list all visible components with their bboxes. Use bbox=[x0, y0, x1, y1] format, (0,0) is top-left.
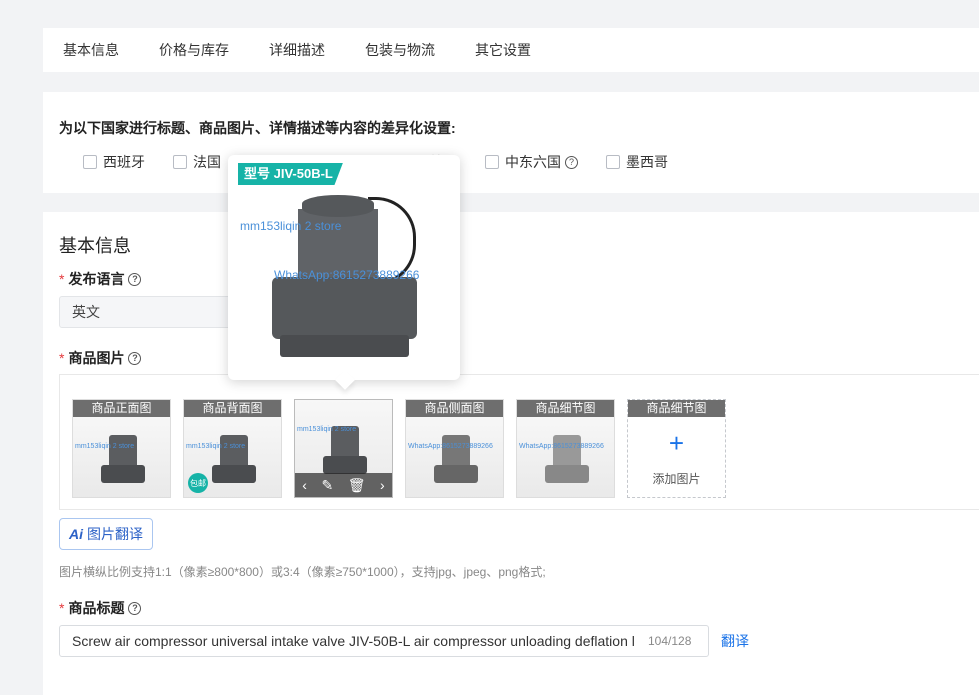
country-checkbox-france[interactable]: 法国 bbox=[173, 152, 221, 172]
required-mark: * bbox=[59, 350, 65, 366]
product-title-input[interactable]: Screw air compressor universal intake va… bbox=[59, 625, 709, 657]
tab-basic-info[interactable]: 基本信息 bbox=[63, 40, 119, 60]
checkbox[interactable] bbox=[83, 155, 97, 169]
country-checkbox-spain[interactable]: 西班牙 bbox=[83, 152, 145, 172]
product-image-back[interactable]: mm153liqin 2 store 商品背面图 包邮 bbox=[183, 399, 282, 498]
product-image-side[interactable]: WhatsApp:8615273889266 商品侧面图 bbox=[405, 399, 504, 498]
help-icon[interactable]: ? bbox=[128, 272, 142, 286]
country-checkbox-middle-east[interactable]: 中东六国? bbox=[485, 152, 578, 172]
country-settings-title: 为以下国家进行标题、商品图片、详情描述等内容的差异化设置: bbox=[59, 120, 456, 136]
product-photo: mm153liqin 2 store bbox=[73, 417, 170, 497]
help-icon[interactable]: ? bbox=[128, 601, 142, 615]
image-translate-button[interactable]: Ai 图片翻译 bbox=[59, 518, 153, 550]
store-watermark: mm153liqin 2 store bbox=[240, 219, 342, 233]
tab-packaging[interactable]: 包装与物流 bbox=[365, 40, 435, 60]
help-icon[interactable]: ? bbox=[128, 351, 142, 365]
image-hint: 图片横纵比例支持1:1（像素≥800*800）或3:4（像素≥750*1000）… bbox=[59, 565, 546, 579]
language-label: * 发布语言? bbox=[59, 269, 142, 289]
images-label: * 商品图片? bbox=[59, 348, 142, 368]
add-image-button[interactable]: 商品细节图 + 添加图片 bbox=[627, 399, 726, 498]
title-label: * 商品标题? bbox=[59, 598, 142, 618]
delete-icon[interactable]: 🗑 bbox=[348, 477, 366, 494]
checkbox[interactable] bbox=[173, 155, 187, 169]
product-image-3[interactable]: mm153liqin 2 store ‹ ✎ 🗑 › bbox=[294, 399, 393, 498]
image-caption: 商品正面图 bbox=[73, 400, 170, 417]
chevron-right-icon[interactable]: › bbox=[380, 477, 385, 493]
image-caption: 商品细节图 bbox=[628, 400, 725, 417]
product-image-detail[interactable]: WhatsApp:8615273889266 商品细节图 bbox=[516, 399, 615, 498]
ai-icon: Ai bbox=[69, 526, 83, 542]
image-preview-popover: 型号 JIV-50B-L mm153liqin 2 store WhatsApp… bbox=[228, 155, 460, 380]
edit-icon[interactable]: ✎ bbox=[321, 477, 333, 494]
plus-icon: + bbox=[668, 428, 685, 458]
image-caption: 商品背面图 bbox=[184, 400, 281, 417]
country-settings-card: 为以下国家进行标题、商品图片、详情描述等内容的差异化设置: 西班牙 法国 美国 … bbox=[43, 92, 979, 193]
basic-info-card: 基本信息 * 发布语言? 英文 * 商品图片? mm153liqin 2 store… bbox=[43, 212, 979, 695]
product-photo: WhatsApp:8615273889266 bbox=[517, 417, 614, 497]
required-mark: * bbox=[59, 271, 65, 287]
image-upload-area: mm153liqin 2 store 商品正面图 mm153liqin 2 st… bbox=[59, 374, 979, 510]
required-mark: * bbox=[59, 600, 65, 616]
product-image-front[interactable]: mm153liqin 2 store 商品正面图 bbox=[72, 399, 171, 498]
help-icon[interactable]: ? bbox=[565, 155, 578, 169]
image-caption: 商品侧面图 bbox=[406, 400, 503, 417]
tab-description[interactable]: 详细描述 bbox=[269, 40, 325, 60]
image-caption: 商品细节图 bbox=[517, 400, 614, 417]
country-checkbox-mexico[interactable]: 墨西哥 bbox=[606, 152, 668, 172]
image-action-bar: ‹ ✎ 🗑 › bbox=[295, 473, 392, 497]
top-tabs: 基本信息 价格与库存 详细描述 包装与物流 其它设置 bbox=[43, 28, 979, 72]
free-shipping-badge: 包邮 bbox=[188, 473, 208, 493]
title-char-count: 104/128 bbox=[648, 634, 692, 648]
add-image-label: 添加图片 bbox=[652, 472, 701, 486]
tab-other-settings[interactable]: 其它设置 bbox=[475, 40, 531, 60]
checkbox[interactable] bbox=[606, 155, 620, 169]
tab-price-stock[interactable]: 价格与库存 bbox=[159, 40, 229, 60]
chevron-left-icon[interactable]: ‹ bbox=[302, 477, 307, 493]
whatsapp-watermark: WhatsApp:8615273889266 bbox=[274, 268, 420, 282]
checkbox[interactable] bbox=[485, 155, 499, 169]
translate-link[interactable]: 翻译 bbox=[721, 631, 749, 651]
section-title: 基本信息 bbox=[59, 236, 131, 256]
model-tag: 型号 JIV-50B-L bbox=[238, 163, 343, 185]
product-photo: WhatsApp:8615273889266 bbox=[406, 417, 503, 497]
